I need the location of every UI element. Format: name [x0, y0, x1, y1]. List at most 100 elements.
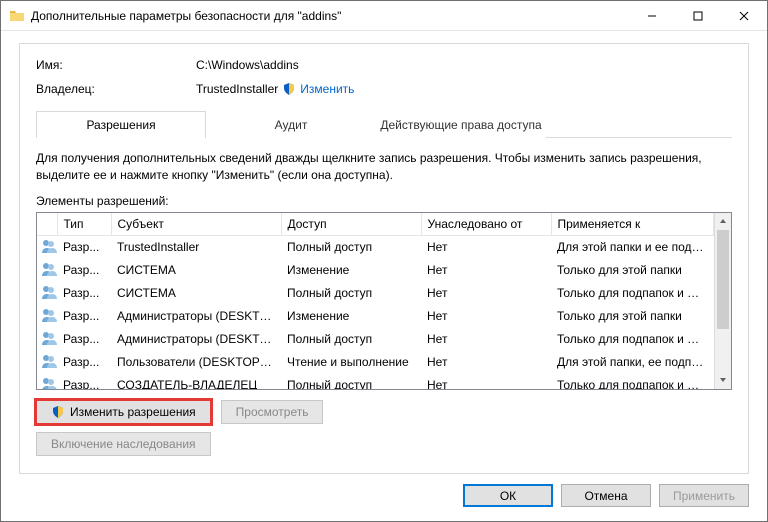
- action-buttons-row: Изменить разрешения Просмотреть: [36, 400, 732, 424]
- row-icon: [37, 259, 57, 282]
- row-inherited: Нет: [421, 259, 551, 282]
- row-inherited: Нет: [421, 374, 551, 389]
- col-access-header[interactable]: Доступ: [281, 213, 421, 236]
- row-applies: Для этой папки и ее подпап...: [551, 235, 714, 259]
- tab-permissions[interactable]: Разрешения: [36, 111, 206, 138]
- row-icon: [37, 328, 57, 351]
- col-icon-header[interactable]: [37, 213, 57, 236]
- permissions-table-wrap: Тип Субъект Доступ Унаследовано от Приме…: [36, 212, 732, 390]
- col-applies-header[interactable]: Применяется к: [551, 213, 714, 236]
- row-icon: [37, 351, 57, 374]
- table-row[interactable]: Разр...Пользователи (DESKTOP-96...Чтение…: [37, 351, 714, 374]
- shield-icon: [282, 82, 296, 96]
- change-owner-link[interactable]: Изменить: [300, 82, 354, 96]
- row-type: Разр...: [57, 328, 111, 351]
- row-applies: Только для этой папки: [551, 305, 714, 328]
- view-label: Просмотреть: [236, 405, 309, 419]
- row-type: Разр...: [57, 305, 111, 328]
- change-permissions-button[interactable]: Изменить разрешения: [36, 400, 211, 424]
- row-icon: [37, 282, 57, 305]
- tab-strip: Разрешения Аудит Действующие права досту…: [36, 110, 732, 138]
- row-access: Чтение и выполнение: [281, 351, 421, 374]
- permissions-table: Тип Субъект Доступ Унаследовано от Приме…: [37, 213, 714, 389]
- ok-button[interactable]: ОК: [463, 484, 553, 507]
- row-type: Разр...: [57, 374, 111, 389]
- table-row[interactable]: Разр...Администраторы (DESKTOP...Изменен…: [37, 305, 714, 328]
- row-icon: [37, 374, 57, 389]
- apply-button[interactable]: Применить: [659, 484, 749, 507]
- row-type: Разр...: [57, 235, 111, 259]
- table-header-row: Тип Субъект Доступ Унаследовано от Приме…: [37, 213, 714, 236]
- content-area: Имя: C:\Windows\addins Владелец: Trusted…: [1, 31, 767, 474]
- enable-inheritance-label: Включение наследования: [51, 437, 196, 451]
- owner-row: Владелец: TrustedInstaller Изменить: [36, 82, 732, 96]
- row-access: Полный доступ: [281, 374, 421, 389]
- row-access: Полный доступ: [281, 282, 421, 305]
- row-inherited: Нет: [421, 328, 551, 351]
- inner-panel: Имя: C:\Windows\addins Владелец: Trusted…: [19, 43, 749, 474]
- row-access: Изменение: [281, 305, 421, 328]
- row-icon: [37, 235, 57, 259]
- scroll-down-button[interactable]: [715, 372, 731, 389]
- row-subject: Пользователи (DESKTOP-96...: [111, 351, 281, 374]
- row-inherited: Нет: [421, 305, 551, 328]
- scroll-track[interactable]: [715, 230, 731, 372]
- folder-icon: [9, 8, 25, 24]
- scroll-thumb[interactable]: [717, 230, 729, 329]
- col-inherited-header[interactable]: Унаследовано от: [421, 213, 551, 236]
- row-inherited: Нет: [421, 235, 551, 259]
- row-inherited: Нет: [421, 351, 551, 374]
- table-row[interactable]: Разр...СОЗДАТЕЛЬ-ВЛАДЕЛЕЦПолный доступНе…: [37, 374, 714, 389]
- description-text: Для получения дополнительных сведений дв…: [36, 150, 732, 184]
- col-subject-header[interactable]: Субъект: [111, 213, 281, 236]
- row-access: Полный доступ: [281, 328, 421, 351]
- name-value: C:\Windows\addins: [196, 58, 299, 72]
- dialog-button-row: ОК Отмена Применить: [1, 474, 767, 521]
- tab-effective-access[interactable]: Действующие права доступа: [376, 111, 546, 138]
- minimize-button[interactable]: [629, 1, 675, 30]
- inheritance-row: Включение наследования: [36, 432, 732, 456]
- row-subject: СОЗДАТЕЛЬ-ВЛАДЕЛЕЦ: [111, 374, 281, 389]
- row-applies: Только для подпапок и фай...: [551, 328, 714, 351]
- change-permissions-label: Изменить разрешения: [70, 405, 196, 419]
- row-icon: [37, 305, 57, 328]
- table-row[interactable]: Разр...TrustedInstallerПолный доступНетД…: [37, 235, 714, 259]
- name-label: Имя:: [36, 58, 196, 72]
- row-type: Разр...: [57, 259, 111, 282]
- view-button[interactable]: Просмотреть: [221, 400, 324, 424]
- row-type: Разр...: [57, 282, 111, 305]
- close-button[interactable]: [721, 1, 767, 30]
- table-row[interactable]: Разр...СИСТЕМАПолный доступНетТолько для…: [37, 282, 714, 305]
- window-buttons: [629, 1, 767, 30]
- owner-value-group: TrustedInstaller Изменить: [196, 82, 354, 96]
- name-row: Имя: C:\Windows\addins: [36, 58, 732, 72]
- row-applies: Для этой папки, ее подпапо...: [551, 351, 714, 374]
- table-row[interactable]: Разр...Администраторы (DESKTOP...Полный …: [37, 328, 714, 351]
- permissions-table-scroll: Тип Субъект Доступ Унаследовано от Приме…: [37, 213, 714, 389]
- security-advanced-window: Дополнительные параметры безопасности дл…: [0, 0, 768, 522]
- row-subject: TrustedInstaller: [111, 235, 281, 259]
- enable-inheritance-button[interactable]: Включение наследования: [36, 432, 211, 456]
- row-subject: СИСТЕМА: [111, 282, 281, 305]
- shield-icon: [51, 405, 65, 419]
- row-type: Разр...: [57, 351, 111, 374]
- row-applies: Только для этой папки: [551, 259, 714, 282]
- row-subject: СИСТЕМА: [111, 259, 281, 282]
- owner-value: TrustedInstaller: [196, 82, 278, 96]
- scroll-up-button[interactable]: [715, 213, 731, 230]
- owner-label: Владелец:: [36, 82, 196, 96]
- vertical-scrollbar[interactable]: [714, 213, 731, 389]
- table-row[interactable]: Разр...СИСТЕМАИзменениеНетТолько для это…: [37, 259, 714, 282]
- elements-label: Элементы разрешений:: [36, 194, 732, 208]
- cancel-button[interactable]: Отмена: [561, 484, 651, 507]
- tab-audit[interactable]: Аудит: [206, 111, 376, 138]
- row-subject: Администраторы (DESKTOP...: [111, 305, 281, 328]
- row-subject: Администраторы (DESKTOP...: [111, 328, 281, 351]
- row-access: Изменение: [281, 259, 421, 282]
- title-bar: Дополнительные параметры безопасности дл…: [1, 1, 767, 31]
- row-inherited: Нет: [421, 282, 551, 305]
- row-applies: Только для подпапок и фай...: [551, 374, 714, 389]
- col-type-header[interactable]: Тип: [57, 213, 111, 236]
- maximize-button[interactable]: [675, 1, 721, 30]
- window-title: Дополнительные параметры безопасности дл…: [31, 9, 629, 23]
